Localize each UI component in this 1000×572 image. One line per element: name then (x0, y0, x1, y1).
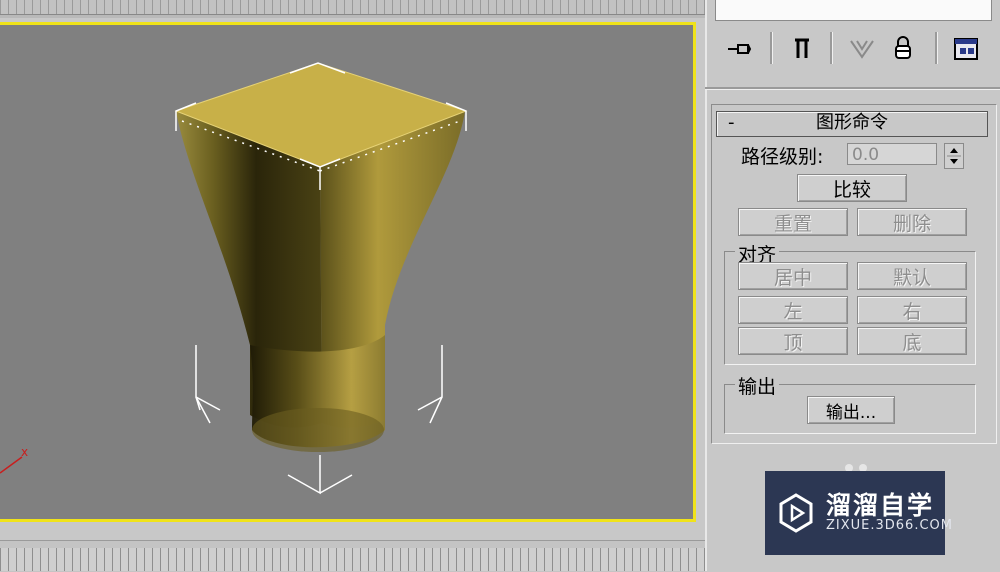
perspective-viewport[interactable]: x (0, 22, 696, 522)
align-center-button[interactable]: 居中 (738, 262, 848, 290)
make-unique-icon[interactable] (845, 34, 879, 64)
path-level-spinner[interactable] (944, 143, 964, 169)
track-bar-ticks (0, 548, 705, 571)
configure-sets-icon[interactable] (949, 34, 983, 64)
toolbar-divider (705, 87, 1000, 90)
rollout-title: 图形命令 (816, 112, 888, 133)
x-axis-line (0, 456, 23, 474)
play-logo-icon (779, 493, 813, 533)
pin-stack-icon[interactable] (722, 34, 756, 64)
align-left-button[interactable]: 左 (738, 296, 848, 324)
toolbar-separator (830, 32, 833, 64)
object-name-field[interactable] (715, 0, 992, 21)
align-bottom-button[interactable]: 底 (857, 327, 967, 355)
reset-button[interactable]: 重置 (738, 208, 848, 236)
align-default-button[interactable]: 默认 (857, 262, 967, 290)
output-button[interactable]: 输出... (807, 396, 895, 424)
output-group-label: 输出 (735, 372, 780, 399)
axis-label-x: x (21, 445, 28, 459)
align-top-button[interactable]: 顶 (738, 327, 848, 355)
modifier-show-end-icon[interactable] (785, 34, 819, 64)
delete-button[interactable]: 删除 (857, 208, 967, 236)
watermark-subtitle: ZIXUE.3D66.COM (826, 518, 953, 533)
path-level-input[interactable]: 0.0 (847, 143, 937, 165)
viewport-scene: x (0, 62, 468, 495)
stem-base (252, 408, 384, 452)
toolbar-separator (770, 32, 773, 64)
top-ruler (0, 0, 705, 15)
rollout-collapse-toggle[interactable]: - (728, 112, 735, 133)
compare-button[interactable]: 比较 (797, 174, 907, 202)
path-level-label: 路径级别: (741, 146, 824, 168)
watermark-title: 溜溜自学 (826, 491, 935, 520)
remove-modifier-icon[interactable] (886, 34, 920, 64)
align-right-button[interactable]: 右 (857, 296, 967, 324)
toolbar-separator (935, 32, 938, 64)
